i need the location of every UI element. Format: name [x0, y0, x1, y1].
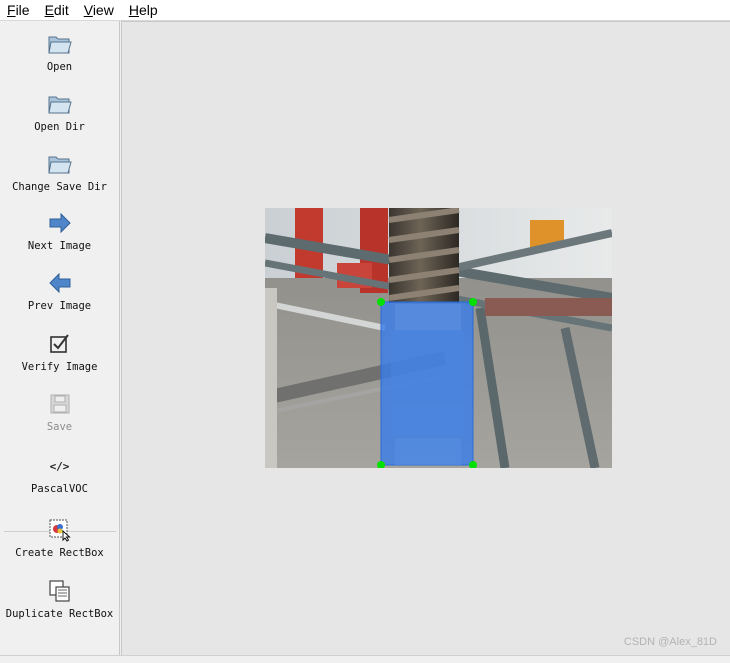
duplicate-rectbox-label: Duplicate RectBox [5, 608, 114, 620]
menu-view-label: iew [92, 2, 114, 18]
draw-rectangle-icon [47, 517, 73, 543]
menu-help-mnemonic: H [128, 2, 139, 18]
folder-open-icon [47, 31, 73, 57]
folder-open-icon [47, 91, 73, 117]
prev-image-label: Prev Image [27, 300, 92, 312]
open-button[interactable]: Open [0, 31, 119, 73]
format-label: PascalVOC [31, 483, 88, 495]
folder-open-icon [47, 151, 73, 177]
watermark-text: CSDN @Alex_81D [623, 636, 717, 648]
menu-help-label: elp [138, 2, 158, 18]
change-save-dir-button[interactable]: Change Save Dir [0, 151, 119, 193]
verify-image-button[interactable]: Verify Image [0, 331, 119, 373]
menu-view[interactable]: View [77, 0, 122, 20]
save-label: Save [46, 421, 73, 433]
open-dir-label: Open Dir [34, 121, 85, 133]
menu-file[interactable]: File [0, 0, 38, 20]
duplicate-rectbox-button[interactable]: Duplicate RectBox [0, 578, 119, 620]
save-button[interactable]: Save [0, 391, 119, 433]
menu-view-mnemonic: V [83, 2, 93, 18]
arrow-left-icon [47, 270, 73, 296]
menu-file-mnemonic: F [7, 2, 16, 18]
menu-edit[interactable]: Edit [38, 0, 77, 20]
next-image-label: Next Image [27, 240, 92, 252]
floppy-disk-icon [47, 391, 73, 417]
menu-help[interactable]: Help [122, 0, 166, 20]
menu-edit-mnemonic: E [44, 2, 54, 18]
left-toolbar: Open Open Dir Change Save Dir Next Image… [0, 21, 120, 663]
menu-file-label: ile [15, 2, 30, 18]
labelimg-window: File Edit View Help Open Open Dir Change… [0, 0, 730, 663]
change-save-dir-label: Change Save Dir [12, 181, 107, 193]
menu-edit-label: dit [53, 2, 69, 18]
format-toggle-button[interactable]: </> PascalVOC [0, 453, 119, 496]
open-dir-button[interactable]: Open Dir [0, 91, 119, 133]
create-rectbox-button[interactable]: Create RectBox [0, 517, 119, 559]
checkbox-check-icon [47, 331, 73, 357]
copy-icon [47, 578, 73, 604]
menu-bar: File Edit View Help [0, 0, 730, 21]
code-tag-icon: </> [49, 459, 70, 473]
open-label: Open [46, 61, 73, 73]
status-bar [0, 655, 730, 663]
annotated-photo [265, 208, 612, 468]
image-canvas[interactable]: CSDN @Alex_81D [121, 21, 730, 656]
create-rectbox-label: Create RectBox [15, 547, 104, 559]
prev-image-button[interactable]: Prev Image [0, 270, 119, 312]
arrow-right-icon [47, 210, 73, 236]
next-image-button[interactable]: Next Image [0, 210, 119, 252]
verify-image-label: Verify Image [21, 361, 98, 373]
